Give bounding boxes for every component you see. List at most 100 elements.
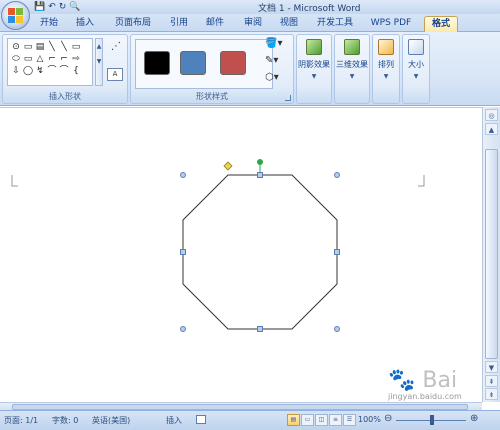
ribbon-tabs: 开始 插入 页面布局 引用 邮件 审阅 视图 开发工具 WPS PDF 格式 [0, 14, 500, 32]
shape-item[interactable]: ╲ [46, 41, 58, 53]
resize-handle-nw[interactable] [180, 172, 186, 178]
tab-home[interactable]: 开始 [36, 16, 62, 32]
resize-handle-e[interactable] [334, 249, 340, 255]
shape-item[interactable]: ⬭ [10, 53, 22, 65]
dropdown-arrow-icon: ▼ [413, 73, 419, 80]
print-preview-icon[interactable]: 🔍 [69, 1, 80, 13]
shape-item[interactable]: ↯ [34, 65, 46, 77]
shape-item[interactable]: ⇩ [10, 65, 22, 77]
rotate-handle[interactable] [257, 159, 263, 165]
office-button[interactable] [1, 1, 30, 30]
status-bar: 页面: 1/1 字数: 0 英语(美国) 插入 ▤ ▭ ◫ ≡ ☰ 100% ⊖… [0, 410, 500, 430]
language-indicator[interactable]: 英语(美国) [92, 415, 130, 426]
shape-item[interactable] [82, 65, 94, 77]
edit-shape-icon[interactable]: ⋰ [107, 41, 125, 55]
shapes-gallery[interactable]: ⊙ ▭ ▤ ╲ ╲ ▭ ⬭ ▭ △ ⌐ ⌐ ⇨ ⇩ ◯ ↯ ⌒ ⌒ { [7, 38, 93, 86]
style-swatch-red[interactable] [220, 51, 246, 75]
shapes-gallery-scroll[interactable]: ▲ ▼ [95, 38, 103, 86]
undo-icon[interactable]: ↶ [48, 1, 56, 13]
shape-item[interactable]: ⇨ [70, 53, 82, 65]
zoom-out-icon[interactable]: ⊖ [384, 413, 392, 424]
shape-item[interactable]: ⌒ [46, 65, 58, 77]
ruler-toggle-icon[interactable]: ◎ [485, 109, 498, 121]
zoom-in-icon[interactable]: ⊕ [470, 413, 478, 424]
resize-handle-se[interactable] [334, 326, 340, 332]
web-layout-view-icon[interactable]: ◫ [315, 414, 328, 426]
insert-shapes-group: ⊙ ▭ ▤ ╲ ╲ ▭ ⬭ ▭ △ ⌐ ⌐ ⇨ ⇩ ◯ ↯ ⌒ ⌒ { ▲ ▼ ⋰… [2, 34, 128, 104]
full-screen-view-icon[interactable]: ▭ [301, 414, 314, 426]
horizontal-scrollbar[interactable] [0, 402, 482, 410]
draft-view-icon[interactable]: ☰ [343, 414, 356, 426]
shape-item[interactable]: { [70, 65, 82, 77]
resize-handle-n[interactable] [257, 172, 263, 178]
shape-item[interactable]: ▭ [22, 41, 34, 53]
shape-item[interactable]: ◯ [22, 65, 34, 77]
tab-review[interactable]: 审阅 [240, 16, 266, 32]
scroll-down-icon[interactable]: ▼ [485, 361, 498, 373]
insert-shapes-label: 插入形状 [49, 92, 81, 101]
save-icon[interactable]: 💾 [34, 1, 45, 13]
next-page-icon[interactable]: ⇟ [485, 388, 498, 400]
shape-item[interactable] [82, 53, 94, 65]
tab-format[interactable]: 格式 [424, 16, 458, 32]
print-layout-view-icon[interactable]: ▤ [287, 414, 300, 426]
word-count[interactable]: 字数: 0 [52, 415, 78, 426]
vertical-scrollbar[interactable]: ◎ ▲ ▼ ⇞ ⇟ [482, 107, 500, 402]
scroll-thumb[interactable] [485, 149, 498, 359]
shape-item[interactable] [82, 41, 94, 53]
dialog-launcher-icon[interactable] [285, 95, 291, 101]
shadow-effects-button[interactable]: 阴影效果 ▼ [297, 39, 331, 80]
shape-fill-icon[interactable]: 🪣▾ [265, 38, 289, 55]
tab-view[interactable]: 视图 [276, 16, 302, 32]
shape-item[interactable]: △ [34, 53, 46, 65]
macro-record-icon[interactable] [196, 415, 206, 424]
redo-icon[interactable]: ↻ [59, 1, 67, 13]
resize-handle-w[interactable] [180, 249, 186, 255]
zoom-level[interactable]: 100% [358, 415, 381, 424]
shape-item[interactable]: ▭ [22, 53, 34, 65]
style-swatch-blue[interactable] [180, 51, 206, 75]
text-box-icon[interactable]: A [107, 68, 123, 81]
shape-item[interactable]: ╲ [58, 41, 70, 53]
shape-styles-label: 形状样式 [196, 92, 228, 101]
3d-effects-icon [344, 39, 360, 55]
tab-developer[interactable]: 开发工具 [312, 16, 358, 32]
style-swatch-black[interactable] [144, 51, 170, 75]
tab-page-layout[interactable]: 页面布局 [110, 16, 156, 32]
insert-mode[interactable]: 插入 [166, 415, 182, 426]
shape-item[interactable]: ▤ [34, 41, 46, 53]
scroll-up-icon[interactable]: ▲ [485, 123, 498, 135]
adjust-handle[interactable] [223, 161, 233, 171]
change-shape-icon[interactable]: ⬡▾ [265, 72, 289, 89]
octagon-shape[interactable] [182, 174, 338, 330]
shape-item[interactable]: ▭ [70, 41, 82, 53]
resize-handle-sw[interactable] [180, 326, 186, 332]
tab-insert[interactable]: 插入 [72, 16, 98, 32]
outline-view-icon[interactable]: ≡ [329, 414, 342, 426]
zoom-slider-thumb[interactable] [430, 415, 434, 425]
dropdown-arrow-icon: ▼ [383, 73, 389, 80]
resize-handle-ne[interactable] [334, 172, 340, 178]
arrange-group: 排列 ▼ [372, 34, 400, 104]
shape-item[interactable]: ⌐ [46, 53, 58, 65]
page-count[interactable]: 页面: 1/1 [4, 415, 38, 426]
shape-item[interactable]: ⌒ [58, 65, 70, 77]
shape-item[interactable]: ⌐ [58, 53, 70, 65]
document-page[interactable] [0, 107, 482, 402]
tab-wps-pdf[interactable]: WPS PDF [368, 16, 414, 32]
previous-page-icon[interactable]: ⇞ [485, 375, 498, 387]
dropdown-arrow-icon: ▼ [311, 73, 317, 80]
shadow-effects-label: 阴影效果 [298, 60, 330, 69]
resize-handle-s[interactable] [257, 326, 263, 332]
arrange-button[interactable]: 排列 ▼ [373, 39, 399, 80]
tab-references[interactable]: 引用 [166, 16, 192, 32]
shape-styles-group: 🪣▾ ✎▾ ⬡▾ 形状样式 [130, 34, 294, 104]
tab-mailings[interactable]: 邮件 [202, 16, 228, 32]
size-group: 大小 ▼ [402, 34, 430, 104]
margin-mark [11, 175, 18, 187]
size-button[interactable]: 大小 ▼ [403, 39, 429, 80]
shadow-effects-group: 阴影效果 ▼ [296, 34, 332, 104]
shape-item[interactable]: ⊙ [10, 41, 22, 53]
shape-outline-icon[interactable]: ✎▾ [265, 55, 289, 72]
3d-effects-button[interactable]: 三维效果 ▼ [335, 39, 369, 80]
